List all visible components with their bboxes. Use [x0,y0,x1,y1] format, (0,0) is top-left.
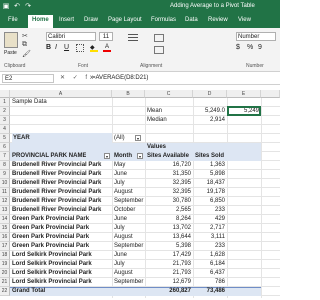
paste-button[interactable]: Paste [4,50,17,56]
row-header[interactable]: 3 [0,116,10,125]
row-header[interactable]: 7 [0,152,10,161]
fill-color-icon[interactable]: ◆ [90,44,98,52]
row-header[interactable]: 2 [0,107,10,116]
row-header[interactable]: 16 [0,233,10,242]
row-header[interactable]: 17 [0,242,10,251]
row-header[interactable]: 1 [0,98,10,107]
row-header[interactable]: 13 [0,206,10,215]
park-filter-dropdown-icon[interactable]: ▾ [104,153,110,159]
column-header-b[interactable]: B [112,90,145,98]
year-filter-label[interactable]: YEAR [12,133,112,143]
formula-icons[interactable]: ✕ ✓ fx [60,74,96,81]
format-painter-icon[interactable]: 🖌 [22,50,31,58]
gridline [10,124,280,125]
name-box[interactable]: E2 [2,74,54,83]
row-header[interactable]: 10 [0,179,10,188]
number-group-label: Number [246,63,264,69]
row-header[interactable]: 4 [0,125,10,134]
tab-home[interactable]: Home [28,15,53,28]
title-bar: ▣ ↶ ↷ Adding Average to a Pivot Table [0,0,280,14]
undo-icon[interactable]: ↶ [13,2,21,11]
year-filter-value[interactable]: (All) [114,133,125,143]
row-header[interactable]: 5 [0,134,10,143]
row-header[interactable]: 21 [0,278,10,287]
wrap-text-icon[interactable] [154,34,164,42]
tab-formulas[interactable]: Formulas [151,17,176,23]
borders-icon[interactable] [76,44,84,52]
grand-total-label[interactable]: Grand Total [12,286,45,296]
grand-total-sites[interactable]: 260,827 [145,286,191,296]
number-format-select[interactable]: Number [236,32,276,41]
formula-input[interactable]: =AVERAGE(D8:D21) [92,75,148,81]
month-filter-dropdown-icon[interactable]: ▾ [137,153,143,159]
redo-icon[interactable]: ↷ [24,2,32,11]
row-header[interactable]: 20 [0,269,10,278]
selected-cell-e2[interactable] [227,106,261,116]
column-header-f[interactable] [261,90,280,98]
italic-button[interactable]: I [55,44,57,51]
row-header[interactable]: 19 [0,260,10,269]
font-color-icon[interactable]: A [103,44,111,52]
comma-style-icon[interactable]: 9 [258,44,262,51]
tab-insert[interactable]: Insert [59,17,74,23]
paste-icon[interactable] [4,32,18,48]
row-header[interactable]: 12 [0,197,10,206]
quick-access-toolbar: ▣ ↶ ↷ [2,2,32,11]
percent-icon[interactable]: % [247,44,253,51]
copy-icon[interactable]: ⧉ [22,41,27,49]
row-header[interactable]: 6 [0,143,10,152]
row-header[interactable]: 11 [0,188,10,197]
font-size-select[interactable]: 11 [99,32,113,41]
row-header[interactable]: 22 [0,287,10,296]
row-header[interactable]: 18 [0,251,10,260]
tab-file[interactable]: File [8,17,18,23]
align-icon[interactable] [128,34,138,43]
year-filter-dropdown-icon[interactable]: ▾ [135,135,141,141]
ribbon-tabs: File Home Insert Draw Page Layout Formul… [0,14,280,28]
merge-center-icon[interactable] [154,46,164,54]
cut-icon[interactable]: ✂ [22,32,28,40]
column-header-c[interactable]: C [145,90,193,98]
spreadsheet-grid[interactable]: A B C D E 1 2 3 4 5 6 7 8 9 10 11 12 13 14 15 16 17 18 19 2… [0,90,280,300]
cell-a1[interactable]: Sample Data [12,97,47,107]
underline-button[interactable]: U [64,44,69,51]
month-cell[interactable]: September [114,277,144,287]
row-header[interactable]: 14 [0,215,10,224]
alignment-group-label: Alignment [140,63,163,69]
median-value[interactable]: 2,914 [193,115,225,125]
tab-page-layout[interactable]: Page Layout [108,17,142,23]
tab-draw[interactable]: Draw [84,17,98,23]
select-all-corner[interactable] [0,90,10,98]
grand-total-sold[interactable]: 73,486 [193,286,225,296]
bold-button[interactable]: B [46,44,51,51]
save-icon[interactable]: ▣ [2,2,10,11]
clipboard-group-label: Clipboard [4,63,26,69]
font-name-select[interactable]: Calibri [46,32,96,41]
tab-review[interactable]: Review [208,17,228,23]
column-header-d[interactable]: D [193,90,227,98]
formula-bar: E2 ✕ ✓ fx =AVERAGE(D8:D21) [0,72,280,85]
document-title: Adding Average to a Pivot Table [170,3,255,9]
row-header[interactable]: 9 [0,170,10,179]
font-group-label: Font [78,63,89,69]
row-header[interactable]: 15 [0,224,10,233]
row-header[interactable]: 8 [0,161,10,170]
median-label[interactable]: Median [147,115,167,125]
ribbon: Paste ✂ ⧉ 🖌 Clipboard Calibri 11 B I U ◆… [0,28,280,72]
tab-data[interactable]: Data [185,17,198,23]
currency-icon[interactable]: $ [236,44,240,51]
column-header-e[interactable]: E [227,90,261,98]
tab-view[interactable]: View [238,17,251,23]
